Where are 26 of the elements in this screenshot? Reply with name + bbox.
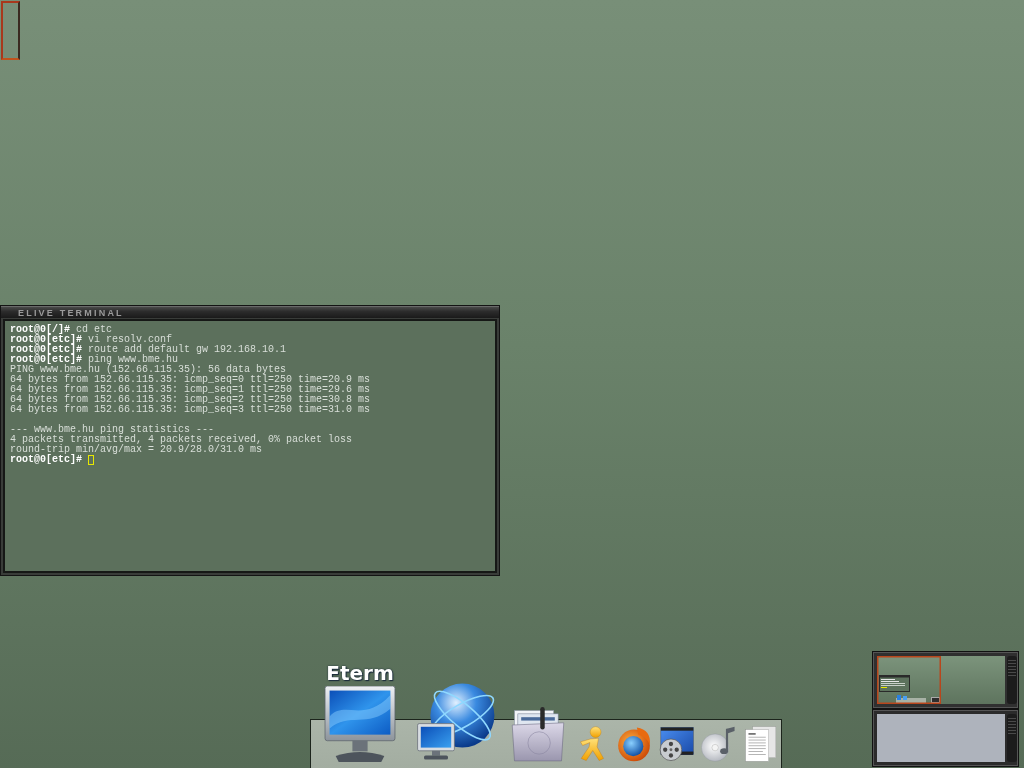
- terminal-line: 64 bytes from 152.66.115.35: icmp_seq=1 ttl=250 time=29.6 ms: [10, 385, 371, 395]
- outline-frame: [1, 1, 20, 60]
- terminal-line: root@0[etc]# ping www.bme.hu: [10, 355, 179, 365]
- terminal-line: 64 bytes from 152.66.115.35: icmp_seq=0 ttl=250 time=20.9 ms: [10, 375, 371, 385]
- window-title: ELIVE TERMINAL: [18, 307, 124, 318]
- terminal-line: round-trip min/avg/max = 20.9/28.0/31.0 ms: [10, 445, 263, 455]
- terminal-line: root@0[etc]# route add default gw 192.168.10.1: [10, 345, 287, 355]
- pager-desk[interactable]: [872, 709, 1019, 767]
- terminal-line: --- www.bme.hu ping statistics ---: [10, 425, 215, 435]
- globe-monitor-icon[interactable]: [416, 682, 496, 762]
- monitor-icon[interactable]: [322, 686, 398, 762]
- app-label: Eterm: [326, 662, 394, 684]
- terminal-line: root@0[etc]#: [10, 455, 82, 465]
- folder-icon[interactable]: [510, 706, 566, 762]
- terminal-line: root@0[/]# cd etc: [10, 325, 113, 335]
- grip-icon: [1007, 714, 1017, 762]
- terminal-line: 64 bytes from 152.66.115.35: icmp_seq=3 ttl=250 time=31.0 ms: [10, 405, 371, 415]
- pager-desk[interactable]: [872, 651, 1019, 709]
- grip-icon: [1007, 656, 1017, 704]
- terminal-line: 64 bytes from 152.66.115.35: icmp_seq=2 ttl=250 time=30.8 ms: [10, 395, 371, 405]
- terminal-line: PING www.bme.hu (152.66.115.35): 56 data bytes: [10, 365, 287, 375]
- music-disc-icon[interactable]: [700, 726, 736, 762]
- globe-swirl-icon[interactable]: [616, 726, 652, 762]
- terminal-line: 4 packets transmitted, 4 packets received, 0% packet loss: [10, 435, 353, 445]
- terminal-line: root@0[etc]# vi resolv.conf: [10, 335, 173, 345]
- film-reel-icon[interactable]: [658, 726, 694, 762]
